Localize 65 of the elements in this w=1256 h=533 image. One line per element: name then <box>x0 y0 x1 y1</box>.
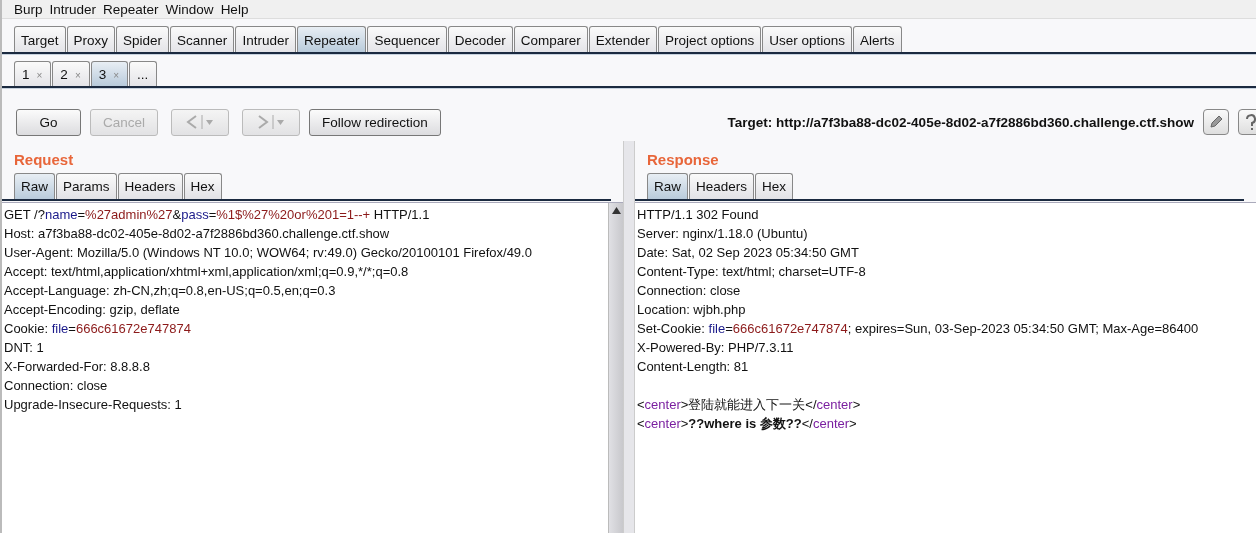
message-editor[interactable] <box>2 202 623 533</box>
message-line: Set-Cookie: file=666c61672e747874; expires=Sun, 03-Sep-2023 05:34:50 GMT; Max-Age=86400 <box>637 320 1199 338</box>
message-line: X-Powered-By: PHP/7.3.11 <box>637 339 794 357</box>
tool-tab[interactable]: Scanner <box>170 26 235 52</box>
menu-item[interactable]: Intruder <box>49 1 97 17</box>
message-line: HTTP/1.1 302 Found <box>637 206 759 224</box>
message-line: Accept: text/html,application/xhtml+xml,application/xml;q=0.9,*/*;q=0.8 <box>4 263 409 281</box>
tool-tab[interactable]: Target <box>14 26 66 52</box>
message-line: Accept-Encoding: gzip, deflate <box>4 301 180 319</box>
tool-tab[interactable]: Decoder <box>447 26 513 52</box>
message-line: Location: wjbh.php <box>637 301 746 319</box>
up-arrow-icon[interactable] <box>611 207 621 214</box>
tool-tab[interactable]: Extender <box>588 26 657 52</box>
message-line: Connection: close <box>4 377 108 395</box>
message-line: DNT: 1 <box>4 339 44 357</box>
view-tab[interactable]: Params <box>56 173 117 199</box>
message-editor[interactable] <box>635 202 1256 533</box>
view-tab[interactable]: Headers <box>689 173 755 199</box>
menu-item[interactable]: Help <box>220 1 249 17</box>
tool-tab[interactable]: Sequencer <box>367 26 447 52</box>
help-icon <box>1244 113 1256 131</box>
tool-tab[interactable]: Spider <box>116 26 170 52</box>
target-label: Target: http://a7f3ba88-dc02-405e-8d02-a7f2886bd360.challenge.ctf.show <box>727 114 1194 130</box>
tool-tab[interactable]: User options <box>762 26 852 52</box>
back-dropdown-icon <box>185 114 216 130</box>
tool-tab[interactable]: Project options <box>657 26 762 52</box>
message-line: User-Agent: Mozilla/5.0 (Windows NT 10.0; WOW64; rv:49.0) Gecko/20100101 Firefox/49.0 <box>4 244 532 262</box>
message-line: Host: a7f3ba88-dc02-405e-8d02-a7f2886bd360.challenge.ctf.show <box>4 225 390 243</box>
request-tab[interactable]: 2 × <box>52 61 90 86</box>
message-line: Cookie: file=666c61672e747874 <box>4 320 191 338</box>
message-line: X-Forwarded-For: 8.8.8.8 <box>4 358 150 376</box>
pane-title: Request <box>13 151 75 170</box>
tool-tab[interactable]: Repeater <box>296 26 367 52</box>
message-line: Connection: close <box>637 282 741 300</box>
view-tab[interactable]: Hex <box>183 173 222 199</box>
tool-tab[interactable]: Proxy <box>66 26 116 52</box>
pencil-icon <box>1208 114 1224 130</box>
edit-button[interactable] <box>1203 109 1229 135</box>
view-tab[interactable]: Raw <box>647 173 688 199</box>
menu-item[interactable]: Repeater <box>103 1 159 17</box>
menu-item[interactable]: Window <box>165 1 214 17</box>
forward-dropdown-icon <box>256 114 287 130</box>
follow-redirection-button[interactable]: Follow redirection <box>309 108 441 136</box>
tool-tab[interactable]: Comparer <box>513 26 588 52</box>
message-line: <center>??where is 参数??</center> <box>637 415 857 433</box>
request-tab[interactable]: ... <box>129 61 158 86</box>
request-tab[interactable]: 3 × <box>90 61 129 86</box>
menu-item[interactable]: Burp <box>14 1 43 17</box>
message-line: Content-Length: 81 <box>637 358 749 376</box>
message-line: Accept-Language: zh-CN,zh;q=0.8,en-US;q=0.5,en;q=0.3 <box>4 282 336 300</box>
tool-tab[interactable]: Alerts <box>853 26 902 52</box>
request-tab[interactable]: 1 × <box>14 61 52 86</box>
view-tab[interactable]: Raw <box>14 173 55 199</box>
message-line: Date: Sat, 02 Sep 2023 05:34:50 GMT <box>637 244 859 262</box>
view-tab[interactable]: Hex <box>755 173 794 199</box>
message-line: Upgrade-Insecure-Requests: 1 <box>4 396 182 414</box>
message-line: Content-Type: text/html; charset=UTF-8 <box>637 263 866 281</box>
message-line: Server: nginx/1.18.0 (Ubuntu) <box>637 225 808 243</box>
view-tab[interactable]: Headers <box>117 173 183 199</box>
message-line: <center>登陆就能进入下一关</center> <box>637 396 861 414</box>
go-button[interactable]: Go <box>16 108 81 136</box>
pane-title: Response <box>646 151 720 170</box>
scrollbar[interactable] <box>608 203 623 533</box>
tool-tab[interactable]: Intruder <box>235 26 296 52</box>
message-line: GET /?name=%27admin%27&pass=%1$%27%20or%201=1--+ HTTP/1.1 <box>4 206 430 224</box>
